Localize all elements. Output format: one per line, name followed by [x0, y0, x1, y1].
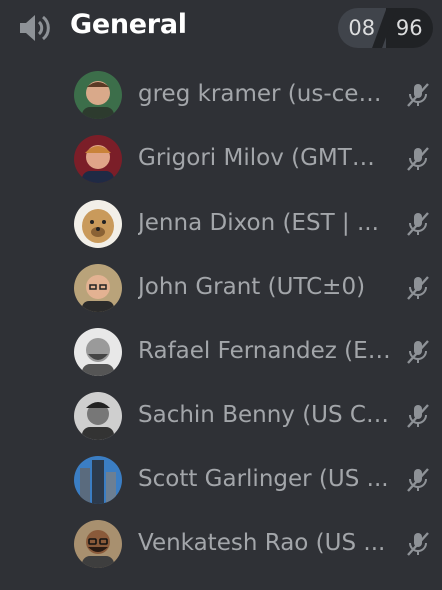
mic-muted-icon: [407, 340, 429, 364]
avatar: [74, 264, 122, 312]
voice-user-row[interactable]: John Grant (UTC±0): [0, 257, 442, 321]
mic-muted-icon: [407, 276, 429, 300]
mic-muted-icon: [407, 404, 429, 428]
user-name: greg kramer (us-central): [138, 81, 394, 107]
avatar: [74, 456, 122, 504]
avatar: [74, 71, 122, 119]
avatar: [74, 200, 122, 248]
connected-count: 08: [348, 16, 376, 40]
user-name: Scott Garlinger (US ...: [138, 466, 389, 492]
user-name: Jenna Dixon (EST | ...: [138, 210, 379, 236]
mic-muted-icon: [407, 147, 429, 171]
voice-user-row[interactable]: Grigori Milov (GMT+3): [0, 128, 442, 192]
user-name: John Grant (UTC±0): [138, 274, 366, 300]
voice-user-row[interactable]: Venkatesh Rao (US ...: [0, 513, 442, 577]
user-name: Grigori Milov (GMT+3): [138, 145, 394, 171]
mic-muted-icon: [407, 532, 429, 556]
user-limit: 96: [395, 16, 423, 40]
voice-user-row[interactable]: Rafael Fernandez (EST): [0, 321, 442, 385]
voice-user-row[interactable]: Jenna Dixon (EST | ...: [0, 193, 442, 257]
mic-muted-icon: [407, 468, 429, 492]
voice-channel-general[interactable]: General 08 96: [0, 0, 442, 56]
voice-user-row[interactable]: greg kramer (us-central): [0, 64, 442, 128]
user-name: Rafael Fernandez (EST): [138, 338, 394, 364]
user-limit-badge: 08 96: [338, 8, 433, 48]
avatar: [74, 328, 122, 376]
mic-muted-icon: [407, 83, 429, 107]
avatar: [74, 135, 122, 183]
user-name: Sachin Benny (US Central): [138, 402, 394, 428]
avatar: [74, 520, 122, 568]
channel-name: General: [70, 9, 187, 40]
voice-user-row[interactable]: Sachin Benny (US Central): [0, 385, 442, 449]
avatar: [74, 392, 122, 440]
user-name: Venkatesh Rao (US ...: [138, 530, 386, 556]
mic-muted-icon: [407, 212, 429, 236]
speaker-icon: [20, 15, 50, 41]
voice-user-row[interactable]: Scott Garlinger (US ...: [0, 449, 442, 513]
